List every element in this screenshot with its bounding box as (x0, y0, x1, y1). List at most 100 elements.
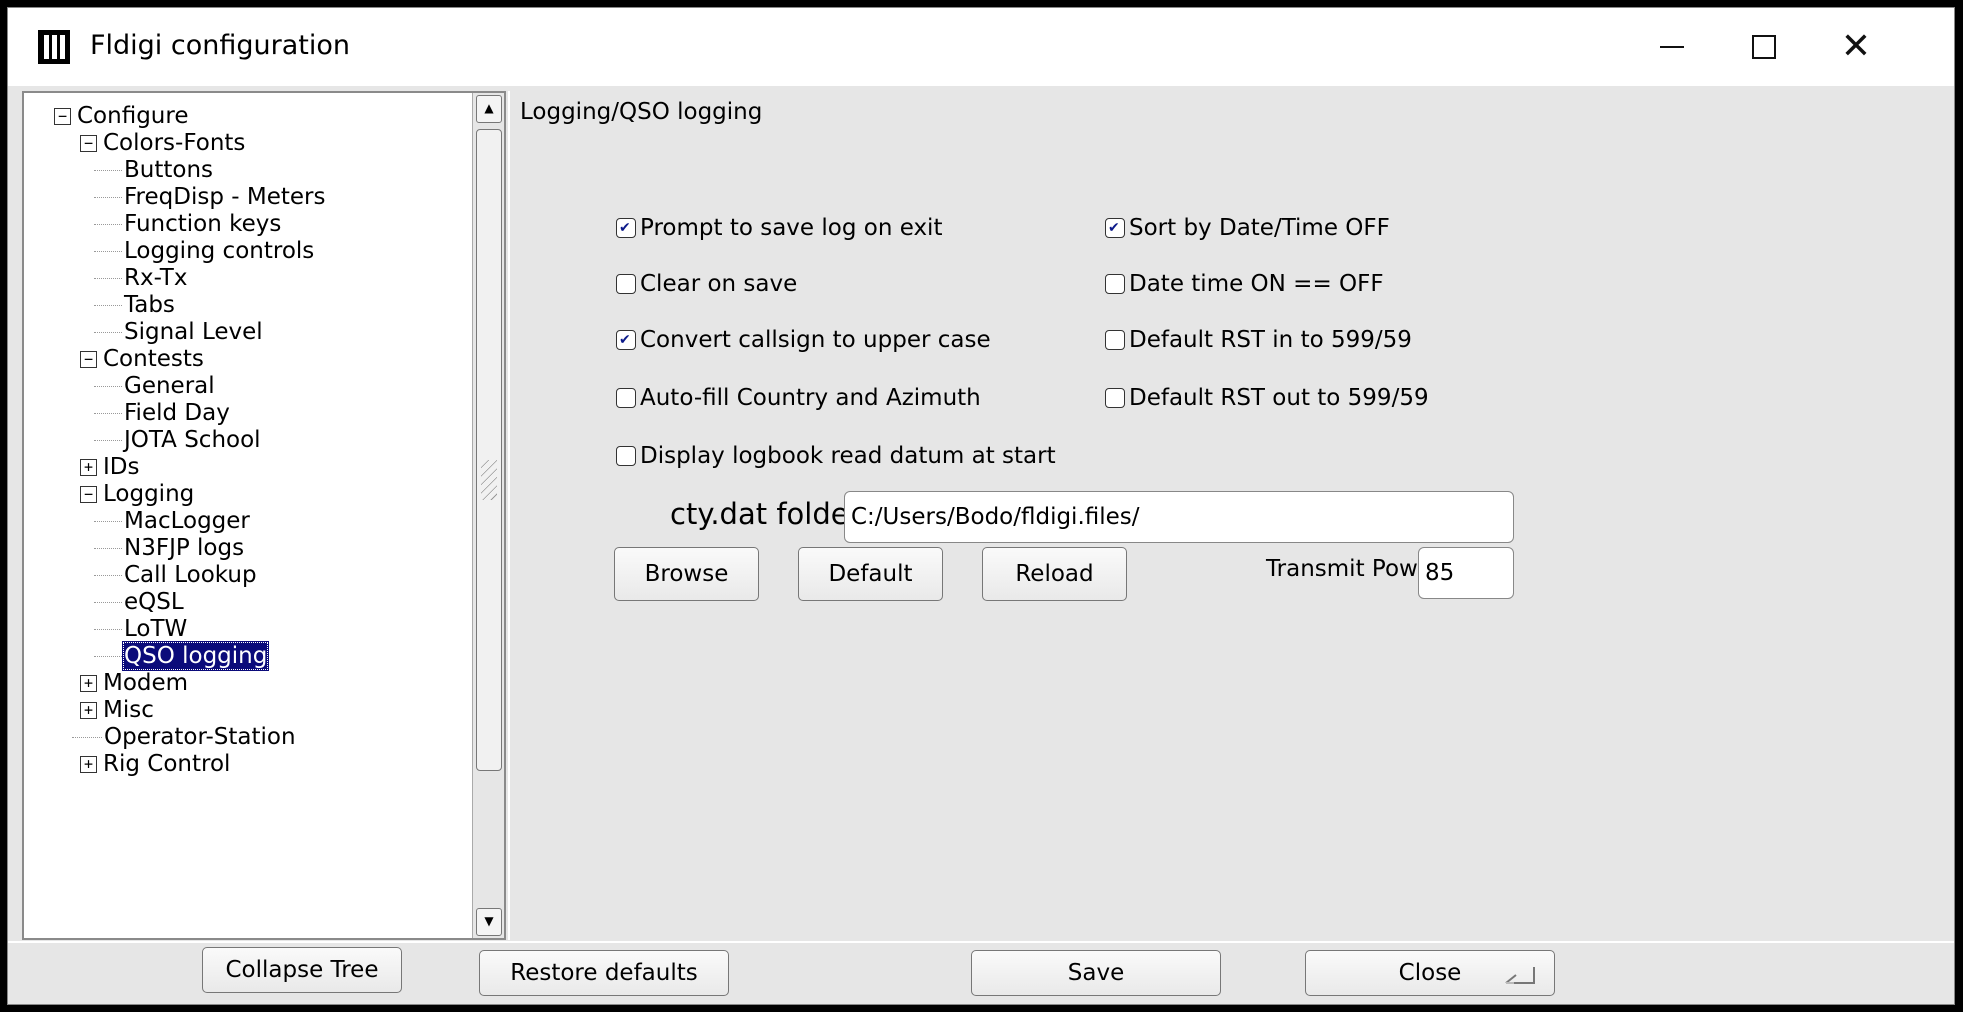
tree-item[interactable]: FreqDisp - Meters (24, 182, 474, 212)
browse-button[interactable]: Browse (614, 547, 759, 601)
tree-item[interactable]: Buttons (24, 155, 474, 185)
expand-icon[interactable]: + (80, 702, 97, 719)
tree-item[interactable]: MacLogger (24, 506, 474, 536)
tree-item[interactable]: N3FJP logs (24, 533, 474, 563)
tree-connector (94, 170, 122, 171)
tree-item-label: Call Lookup (124, 562, 257, 588)
fldigi-app-icon (38, 30, 70, 64)
tree-item[interactable]: Call Lookup (24, 560, 474, 590)
tree-item-label-selected: QSO logging (122, 641, 270, 671)
save-button[interactable]: Save (971, 950, 1221, 996)
tree-item[interactable]: − Colors-Fonts (24, 128, 474, 158)
tree-item[interactable]: Operator-Station (24, 722, 474, 752)
tree-connector (94, 251, 122, 252)
expand-icon[interactable]: + (80, 675, 97, 692)
minimize-button[interactable] (1626, 8, 1718, 86)
tree-item[interactable]: LoTW (24, 614, 474, 644)
checkbox-box (616, 446, 636, 466)
tree-connector (94, 413, 122, 414)
reload-button[interactable]: Reload (982, 547, 1127, 601)
tree-item[interactable]: + IDs (24, 452, 474, 482)
expand-icon[interactable]: + (80, 756, 97, 773)
tree-item-label: Function keys (124, 211, 282, 237)
tree-item-label: MacLogger (124, 508, 250, 534)
tree-item-label: Operator-Station (104, 724, 296, 750)
sort-by-date-time-checkbox[interactable]: Sort by Date/Time OFF (1105, 215, 1390, 241)
default-rst-out-checkbox[interactable]: Default RST out to 599/59 (1105, 385, 1429, 411)
tree-connector (72, 737, 102, 738)
tree-item[interactable]: + Rig Control (24, 749, 474, 779)
checkbox-box (1105, 218, 1125, 238)
qso-logging-panel: Logging/QSO logging Prompt to save log o… (508, 91, 1948, 940)
checkbox-label: Auto-fill Country and Azimuth (640, 385, 981, 411)
cty-folder-input[interactable]: C:/Users/Bodo/fldigi.files/ (844, 491, 1514, 543)
clear-on-save-checkbox[interactable]: Clear on save (616, 271, 797, 297)
tree-connector (94, 332, 122, 333)
tree-item[interactable]: − Contests (24, 344, 474, 374)
scroll-thumb[interactable] (476, 129, 502, 771)
tree-item-label: Colors-Fonts (103, 130, 246, 156)
config-window: Fldigi configuration ✕ − Configure − Colors… (7, 7, 1955, 1005)
checkbox-box (1105, 330, 1125, 350)
tree-item[interactable]: Field Day (24, 398, 474, 428)
scroll-grip-icon (481, 460, 497, 500)
date-time-on-off-checkbox[interactable]: Date time ON == OFF (1105, 271, 1384, 297)
close-window-button[interactable]: ✕ (1810, 8, 1902, 86)
tree-scrollbar[interactable]: ▲ ▼ (472, 93, 504, 938)
expand-icon[interactable]: + (80, 459, 97, 476)
tree-item-label: General (124, 373, 215, 399)
tree-connector (94, 629, 122, 630)
collapse-icon[interactable]: − (80, 351, 97, 368)
collapse-icon[interactable]: − (80, 486, 97, 503)
tree-item[interactable]: Tabs (24, 290, 474, 320)
tree-item-label: FreqDisp - Meters (124, 184, 326, 210)
scroll-down-button[interactable]: ▼ (476, 908, 502, 936)
convert-callsign-checkbox[interactable]: Convert callsign to upper case (616, 327, 991, 353)
checkbox-box (616, 388, 636, 408)
tree-item-label: Misc (103, 697, 154, 723)
tree-connector (94, 386, 122, 387)
tree-item[interactable]: eQSL (24, 587, 474, 617)
tree-item[interactable]: Rx-Tx (24, 263, 474, 293)
tree-item[interactable]: − Logging (24, 479, 474, 509)
restore-defaults-button[interactable]: Restore defaults (479, 950, 729, 996)
prompt-save-log-checkbox[interactable]: Prompt to save log on exit (616, 215, 942, 241)
tree-item[interactable]: + Modem (24, 668, 474, 698)
transmit-power-label: Transmit Power (1266, 556, 1442, 582)
checkbox-box (1105, 388, 1125, 408)
close-button[interactable]: Close (1305, 950, 1555, 996)
maximize-button[interactable] (1718, 8, 1810, 86)
tree-item[interactable]: Function keys (24, 209, 474, 239)
transmit-power-input[interactable]: 85 (1418, 547, 1514, 599)
tree-item[interactable]: − Configure (24, 101, 474, 131)
default-button[interactable]: Default (798, 547, 943, 601)
collapse-icon[interactable]: − (54, 108, 71, 125)
tree-item[interactable]: + Misc (24, 695, 474, 725)
tree-item-label: Modem (103, 670, 189, 696)
tree-connector (94, 575, 122, 576)
collapse-icon[interactable]: − (80, 135, 97, 152)
close-button-label: Close (1398, 960, 1462, 986)
default-rst-in-checkbox[interactable]: Default RST in to 599/59 (1105, 327, 1412, 353)
close-icon: ✕ (1840, 26, 1872, 67)
tree-item[interactable]: Signal Level (24, 317, 474, 347)
checkbox-label: Display logbook read datum at start (640, 443, 1056, 469)
tree-item[interactable]: QSO logging (24, 641, 474, 671)
config-tree[interactable]: − Configure − Colors-Fonts Buttons FreqDisp -… (22, 91, 506, 940)
tree-item-label: eQSL (124, 589, 184, 615)
tree-item[interactable]: General (24, 371, 474, 401)
scroll-up-button[interactable]: ▲ (476, 95, 502, 123)
collapse-tree-button[interactable]: Collapse Tree (202, 947, 402, 993)
checkbox-box (616, 330, 636, 350)
checkbox-label: Clear on save (640, 271, 798, 297)
auto-fill-country-checkbox[interactable]: Auto-fill Country and Azimuth (616, 385, 981, 411)
tree-item-label: IDs (103, 454, 140, 480)
checkbox-box (616, 274, 636, 294)
window-title: Fldigi configuration (90, 30, 350, 61)
checkbox-label: Default RST in to 599/59 (1129, 327, 1412, 353)
tree-item[interactable]: JOTA School (24, 425, 474, 455)
tree-item[interactable]: Logging controls (24, 236, 474, 266)
panel-title: Logging/QSO logging (520, 99, 763, 125)
display-logbook-datum-checkbox[interactable]: Display logbook read datum at start (616, 443, 1056, 469)
tree-item-label: Signal Level (124, 319, 263, 345)
